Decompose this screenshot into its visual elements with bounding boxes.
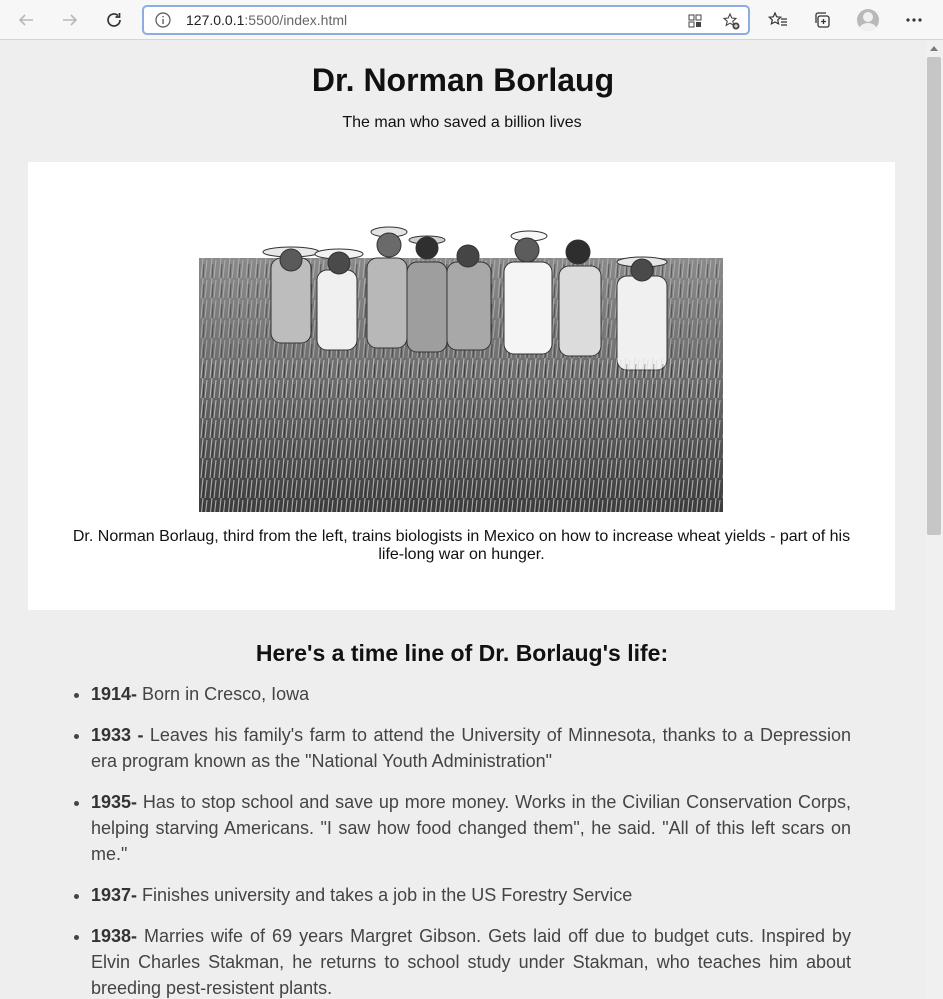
arrow-left-icon	[18, 14, 33, 26]
timeline-text: Has to stop school and save up more mone…	[91, 792, 851, 864]
more-menu-button[interactable]	[900, 6, 928, 34]
page-scrollbar[interactable]	[926, 41, 943, 999]
timeline-text: Marries wife of 69 years Margret Gibson.…	[91, 926, 851, 998]
page-viewport: Dr. Norman Borlaug The man who saved a b…	[0, 41, 926, 999]
timeline-item: 1935- Has to stop school and save up mor…	[91, 789, 851, 867]
timeline-year: 1938-	[91, 926, 138, 946]
url-host: 127.0.0.1	[186, 12, 245, 28]
scrollbar-thumb[interactable]	[927, 57, 941, 535]
profile-avatar[interactable]	[857, 9, 879, 31]
browser-toolbar: 127.0.0.1:5500/index.html	[0, 0, 943, 40]
timeline-text: Finishes university and takes a job in t…	[137, 885, 633, 905]
more-dots-icon	[906, 18, 922, 22]
timeline-text: Leaves his family's farm to attend the U…	[91, 725, 851, 771]
arrow-right-icon	[63, 14, 78, 26]
timeline-item: 1933 - Leaves his family's farm to atten…	[91, 722, 851, 774]
timeline-item: 1938- Marries wife of 69 years Margret G…	[91, 923, 851, 999]
info-icon[interactable]	[155, 12, 171, 28]
field-workers-photo	[199, 218, 723, 512]
forward-button[interactable]	[56, 6, 84, 34]
timeline-item: 1914- Born in Cresco, Iowa	[91, 681, 851, 707]
collections-button[interactable]	[808, 6, 836, 34]
add-favorite-icon[interactable]	[722, 12, 740, 30]
page-subtitle: The man who saved a billion lives	[342, 114, 582, 131]
photo-card: Dr. Norman Borlaug, third from the left,…	[28, 162, 895, 610]
back-button[interactable]	[12, 6, 40, 34]
favorites-star-icon	[768, 11, 787, 26]
refresh-icon	[107, 13, 121, 27]
url-text[interactable]: 127.0.0.1:5500/index.html	[186, 12, 347, 29]
timeline-year: 1914-	[91, 684, 138, 704]
timeline-list: 1914- Born in Cresco, Iowa 1933 - Leaves…	[73, 681, 851, 999]
timeline-heading: Here's a time line of Dr. Borlaug's life…	[255, 640, 669, 666]
scroll-up-arrow-icon[interactable]	[930, 46, 938, 51]
timeline-text: Born in Cresco, Iowa	[137, 684, 310, 704]
favorites-button[interactable]	[764, 6, 792, 34]
timeline-year: 1937-	[91, 885, 138, 905]
app-grid-icon[interactable]	[686, 12, 704, 30]
page-title: Dr. Norman Borlaug	[311, 62, 615, 98]
address-bar[interactable]: 127.0.0.1:5500/index.html	[142, 5, 750, 35]
url-path: :5500/index.html	[244, 12, 348, 28]
reload-button[interactable]	[100, 6, 128, 34]
collections-icon	[815, 12, 830, 28]
timeline-year: 1935-	[91, 792, 138, 812]
timeline-item: 1937- Finishes university and takes a jo…	[91, 882, 851, 908]
photo-caption: Dr. Norman Borlaug, third from the left,…	[72, 528, 851, 563]
timeline-year: 1933 -	[91, 725, 144, 745]
